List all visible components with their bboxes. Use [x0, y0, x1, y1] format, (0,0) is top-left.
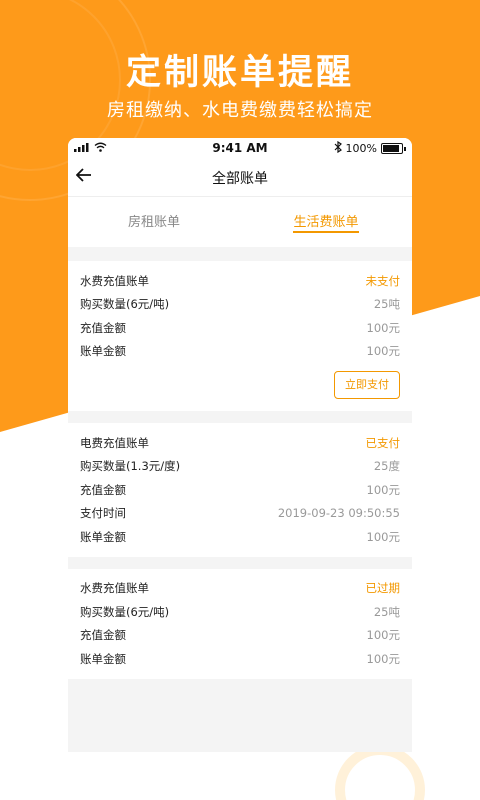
bill-title: 水费充值账单 — [80, 273, 149, 288]
phone-screen: 9:41 AM 100% 全部账单 房租账单 生活费账单 水费充值账单 未支付 — [68, 138, 412, 752]
status-bar: 9:41 AM 100% — [68, 138, 412, 158]
pay-now-button[interactable]: 立即支付 — [334, 371, 400, 399]
row-value: 25吨 — [373, 297, 400, 312]
bill-status: 未支付 — [365, 273, 401, 288]
row-label: 账单金额 — [80, 529, 126, 544]
active-tab-indicator — [293, 231, 359, 233]
row-label: 支付时间 — [80, 506, 126, 521]
row-label: 账单金额 — [80, 651, 126, 666]
battery-icon — [381, 143, 403, 154]
row-value: 25度 — [373, 459, 400, 474]
tab-living-bills[interactable]: 生活费账单 — [240, 197, 412, 247]
battery-percent: 100% — [345, 142, 377, 155]
hero-title: 定制账单提醒 — [125, 53, 354, 93]
row-value: 2019-09-23 09:50:55 — [277, 506, 400, 521]
bill-title: 电费充值账单 — [80, 435, 149, 450]
row-value: 100元 — [366, 651, 400, 666]
tab-label: 生活费账单 — [293, 215, 359, 230]
bill-card: 水费充值账单 已过期 购买数量(6元/吨) 25吨 充值金额 100元 账单金额… — [68, 568, 412, 679]
bill-card: 电费充值账单 已支付 购买数量(1.3元/度) 25度 充值金额 100元 支付… — [68, 423, 412, 557]
row-label: 充值金额 — [80, 320, 126, 335]
row-label: 充值金额 — [80, 628, 126, 643]
row-label: 购买数量(1.3元/度) — [80, 459, 181, 474]
bill-card: 水费充值账单 未支付 购买数量(6元/吨) 25吨 充值金额 100元 账单金额… — [68, 261, 412, 411]
row-label: 购买数量(6元/吨) — [80, 604, 170, 619]
row-label: 账单金额 — [80, 344, 126, 359]
bill-title: 水费充值账单 — [80, 581, 149, 596]
bill-status: 已过期 — [365, 581, 401, 596]
tab-rent-bills[interactable]: 房租账单 — [68, 197, 240, 247]
tab-bar: 房租账单 生活费账单 — [68, 197, 412, 247]
nav-bar: 全部账单 — [68, 158, 412, 197]
row-value: 25吨 — [373, 604, 400, 619]
page-title: 全部账单 — [212, 171, 268, 187]
row-label: 购买数量(6元/吨) — [80, 297, 170, 312]
bill-status: 已支付 — [365, 435, 401, 450]
row-label: 充值金额 — [80, 482, 126, 497]
row-value: 100元 — [366, 320, 400, 335]
hero-subtitle: 房租缴纳、水电费缴费轻松搞定 — [107, 100, 373, 121]
row-value: 100元 — [366, 529, 400, 544]
tab-label: 房租账单 — [127, 215, 180, 230]
row-value: 100元 — [366, 482, 400, 497]
row-value: 100元 — [366, 344, 400, 359]
bluetooth-icon — [334, 140, 342, 156]
row-value: 100元 — [366, 628, 400, 643]
